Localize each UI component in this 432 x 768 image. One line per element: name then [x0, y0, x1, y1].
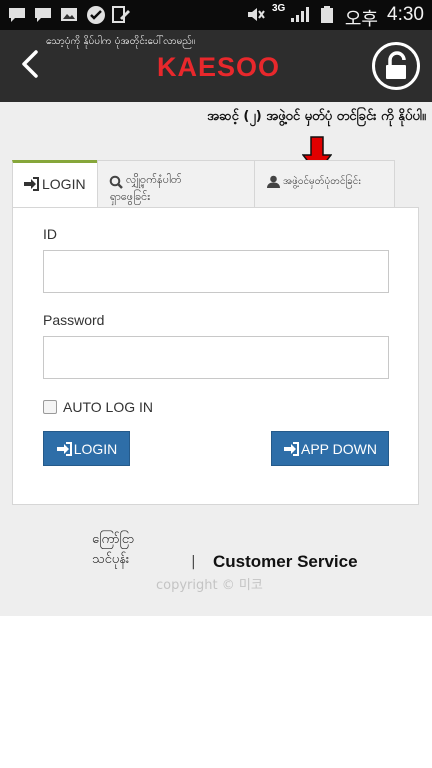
password-label: Password	[43, 312, 105, 328]
auto-login-checkbox[interactable]	[43, 400, 57, 414]
user-icon	[267, 175, 280, 188]
chevron-left-icon	[22, 50, 38, 78]
tab-find-label-line2: ရှာဖွေခြင်း	[110, 190, 151, 203]
signal-icon	[291, 7, 309, 22]
advertise-label-line1: ကြော်ငြာ	[92, 532, 135, 547]
back-button[interactable]	[16, 46, 48, 82]
status-bar: 3G 오후 4:30	[0, 0, 432, 30]
copyright-text: copyright © 미코	[156, 578, 263, 593]
auto-login-label: AUTO LOG IN	[63, 399, 153, 415]
search-icon	[109, 175, 123, 189]
footer-separator: |	[191, 554, 196, 570]
kaesoo-logo: KAESOO	[157, 52, 281, 82]
lock-icon	[386, 51, 406, 79]
main-area: အဆင့် (၂) အဖွဲ့ဝင် မှတ်ပုံ တင်ခြင်း ကို …	[0, 102, 432, 616]
auto-login-option[interactable]: AUTO LOG IN	[43, 398, 153, 416]
tab-signup-label: အဖွဲ့ဝင်မှတ်ပုံတင်ခြင်း	[283, 176, 361, 187]
header-notice: သော့ပုံကို နိုပ်ပါက ပုံအတိုင်းပေါ်လာမည်။	[46, 36, 195, 47]
tab-find-password[interactable]: လျှို့ဝှက်နံပါတ် ရှာဖွေခြင်း	[97, 160, 254, 207]
edit-icon	[112, 6, 130, 23]
instruction-text: အဆင့် (၂) အဖွဲ့ဝင် မှတ်ပုံ တင်ခြင်း ကို …	[207, 109, 426, 124]
am-pm-label: 오후	[344, 9, 378, 30]
login-form: ID Password AUTO LOG IN LOGIN APP DOWN	[12, 207, 419, 505]
clock: 4:30	[387, 4, 424, 25]
tab-login[interactable]: LOGIN	[12, 160, 97, 207]
app-header: သော့ပုံကို နိုပ်ပါက ပုံအတိုင်းပေါ်လာမည်။…	[0, 30, 432, 102]
customer-service-link[interactable]: Customer Service	[213, 552, 358, 572]
password-input[interactable]	[43, 336, 389, 379]
mute-icon	[248, 8, 265, 21]
check-icon	[87, 6, 105, 24]
battery-icon	[321, 6, 333, 23]
id-input[interactable]	[43, 250, 389, 293]
tab-find-label-line1: လျှို့ဝှက်နံပါတ်	[126, 173, 182, 186]
login-button-label: LOGIN	[73, 440, 118, 457]
app-down-button-label: APP DOWN	[301, 440, 377, 457]
advertise-link[interactable]: ကြော်ငြာ သင်ပုန်း	[92, 530, 134, 570]
sign-in-icon	[56, 441, 72, 456]
app-down-button[interactable]: APP DOWN	[271, 431, 389, 466]
image-icon	[61, 8, 77, 21]
tab-bar: LOGIN လျှို့ဝှက်နံပါတ် ရှာဖွေခြင်း အဖွဲ့…	[12, 160, 395, 207]
tab-login-label: LOGIN	[42, 176, 86, 192]
lock-button[interactable]	[372, 42, 420, 90]
chat-icon	[9, 8, 25, 22]
chat-icon	[35, 8, 51, 22]
login-button[interactable]: LOGIN	[43, 431, 130, 466]
tab-member-registration[interactable]: အဖွဲ့ဝင်မှတ်ပုံတင်ခြင်း	[254, 160, 395, 207]
sign-in-icon	[24, 177, 39, 191]
id-label: ID	[43, 226, 57, 242]
network-type: 3G	[272, 3, 286, 14]
advertise-label-line2: သင်ပုန်း	[92, 552, 130, 567]
sign-in-icon	[284, 441, 299, 456]
